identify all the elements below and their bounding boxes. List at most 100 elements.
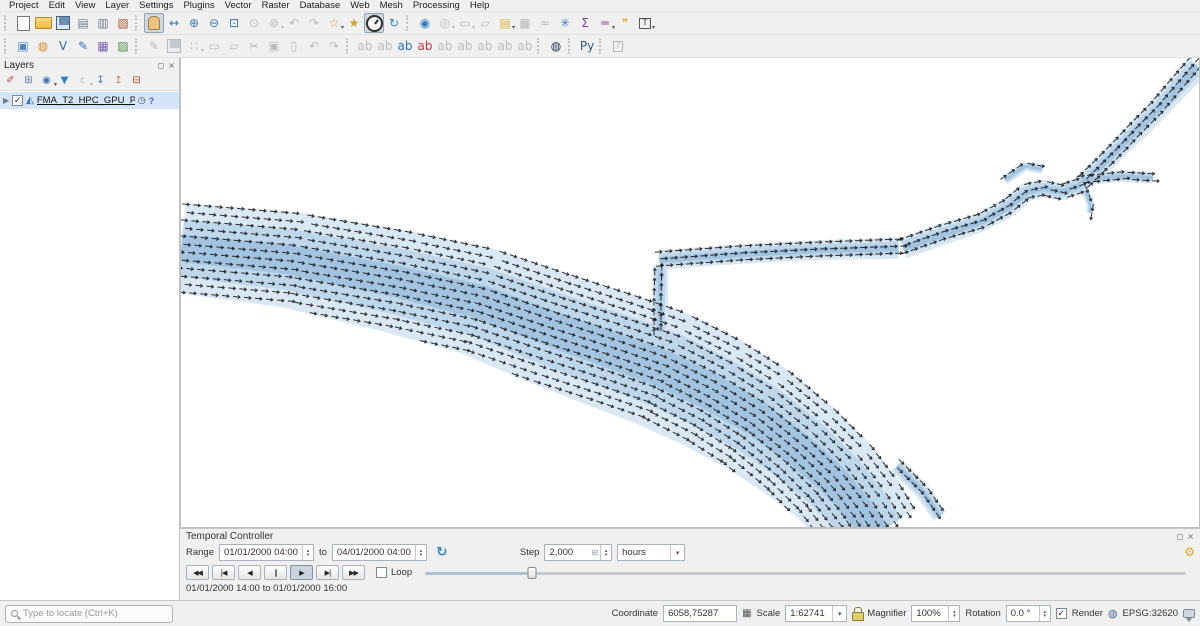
pan-map-icon[interactable]	[144, 13, 164, 33]
data-source-manager-icon[interactable]: ▣	[13, 36, 33, 56]
map-tips-icon[interactable]: ❞	[615, 13, 635, 33]
previous-frame-button[interactable]: |◀	[212, 565, 235, 580]
layer-name[interactable]: FMA_T2_HPC_GPU_PU1_10	[37, 95, 135, 106]
range-end-input[interactable]: 04/01/2000 04:00	[332, 544, 427, 561]
rotation-input[interactable]: 0.0 °	[1006, 605, 1051, 622]
new-print-layout-icon[interactable]: ▤	[73, 13, 93, 33]
menu-help[interactable]: Help	[465, 0, 495, 12]
notes-indicator-icon[interactable]: ?	[149, 96, 155, 106]
expand-all-icon[interactable]: ↧	[92, 73, 109, 88]
temporal-panel-header: Temporal Controller ◻ ×	[186, 530, 1194, 543]
next-frame-button[interactable]: ▶|	[316, 565, 339, 580]
menu-mesh[interactable]: Mesh	[375, 0, 408, 12]
add-mesh-layer-icon[interactable]: ▦	[93, 36, 113, 56]
scale-select[interactable]: 1:62741	[785, 605, 847, 622]
filter-legend-icon[interactable]: ▼	[56, 73, 73, 88]
show-spatial-bookmarks-icon[interactable]: ★	[344, 13, 364, 33]
pause-button[interactable]: ‖	[264, 565, 287, 580]
render-checkbox[interactable]	[1056, 608, 1067, 619]
new-spatial-bookmark-icon[interactable]: ☆	[324, 13, 344, 33]
time-slider-track[interactable]	[425, 572, 1186, 575]
magnifier-input[interactable]: 100%	[911, 605, 960, 622]
time-slider-handle[interactable]	[527, 567, 536, 579]
new-shapefile-layer-icon[interactable]: ✎	[73, 36, 93, 56]
range-start-input[interactable]: 01/01/2000 04:00	[219, 544, 314, 561]
open-layer-styling-icon[interactable]: ✐	[2, 73, 19, 88]
float-panel-icon[interactable]: ◻	[1177, 532, 1184, 541]
temporal-controller-icon[interactable]	[364, 13, 384, 33]
coordinate-input[interactable]: 6058,75287	[663, 605, 737, 622]
show-layout-manager-icon[interactable]: ▥	[93, 13, 113, 33]
crs-status[interactable]: EPSG:32620	[1123, 608, 1178, 619]
manage-map-themes-icon[interactable]: ◉	[38, 73, 55, 88]
collapse-all-icon[interactable]: ↥	[110, 73, 127, 88]
zoom-in-icon[interactable]: ⊕	[184, 13, 204, 33]
expander-icon[interactable]: ▶	[3, 96, 9, 105]
menu-project[interactable]: Project	[4, 0, 44, 12]
measure-line-icon[interactable]: ═	[595, 13, 615, 33]
layer-tree[interactable]: ▶ ◭ FMA_T2_HPC_GPU_PU1_10 ◷ ?	[0, 91, 179, 600]
chevron-down-icon	[832, 606, 846, 621]
save-project-icon[interactable]	[53, 13, 73, 33]
identify-features-icon[interactable]: ◉	[415, 13, 435, 33]
new-project-icon[interactable]	[13, 13, 33, 33]
locator-search-input[interactable]: Type to locate (Ctrl+K)	[5, 605, 173, 623]
remove-layer-icon[interactable]: ⊟	[128, 73, 145, 88]
skip-to-end-button[interactable]: ▶▶	[342, 565, 365, 580]
close-panel-icon[interactable]: ×	[1187, 532, 1194, 541]
layer-visibility-checkbox[interactable]	[12, 95, 23, 106]
menu-settings[interactable]: Settings	[134, 0, 178, 12]
lock-scale-icon[interactable]	[852, 607, 862, 620]
spinner[interactable]	[600, 545, 611, 560]
add-group-icon[interactable]: ⊞	[20, 73, 37, 88]
time-slider[interactable]	[425, 566, 1186, 580]
menu-plugins[interactable]: Plugins	[178, 0, 219, 12]
add-vector-layer-icon[interactable]: V	[53, 36, 73, 56]
pan-to-selection-icon[interactable]: ↔	[164, 13, 184, 33]
set-range-from-project-icon[interactable]: ↻	[432, 545, 452, 560]
menu-edit[interactable]: Edit	[44, 0, 70, 12]
zoom-out-icon[interactable]: ⊖	[204, 13, 224, 33]
style-manager-icon[interactable]: ▧	[113, 13, 133, 33]
close-panel-icon[interactable]: ×	[168, 61, 175, 70]
spinner[interactable]	[415, 545, 426, 560]
menu-database[interactable]: Database	[295, 0, 346, 12]
messages-icon[interactable]	[1183, 609, 1195, 618]
statistical-summary-icon[interactable]: Σ	[575, 13, 595, 33]
map-canvas[interactable]	[180, 58, 1200, 528]
step-unit-select[interactable]: hours	[617, 544, 685, 561]
step-input[interactable]: 2,000 ⊞	[544, 544, 612, 561]
play-forward-button[interactable]: ▶	[290, 565, 313, 580]
add-raster-layer-icon[interactable]: ▨	[113, 36, 133, 56]
menu-web[interactable]: Web	[345, 0, 374, 12]
temporal-indicator-icon[interactable]: ◷	[138, 96, 146, 106]
layer-item[interactable]: ▶ ◭ FMA_T2_HPC_GPU_PU1_10 ◷ ?	[0, 92, 179, 109]
refresh-map-icon[interactable]: ↻	[384, 13, 404, 33]
play-backward-button[interactable]: ◀	[238, 565, 261, 580]
step-override-icon[interactable]: ⊞	[589, 548, 600, 557]
float-panel-icon[interactable]: ◻	[158, 61, 165, 70]
spinner[interactable]	[1039, 606, 1050, 621]
menu-view[interactable]: View	[70, 0, 100, 12]
temporal-settings-icon[interactable]: ⚙	[1184, 545, 1195, 559]
open-project-icon[interactable]	[33, 13, 53, 33]
crs-globe-icon[interactable]: ◍	[1108, 607, 1118, 620]
field-calculator-icon[interactable]: ✳	[555, 13, 575, 33]
menu-processing[interactable]: Processing	[408, 0, 465, 12]
zoom-full-icon[interactable]: ⊡	[224, 13, 244, 33]
menu-vector[interactable]: Vector	[220, 0, 257, 12]
loop-checkbox[interactable]	[376, 567, 387, 578]
spinner[interactable]	[948, 606, 959, 621]
extents-icon[interactable]: ▦	[742, 608, 751, 619]
spinner[interactable]	[302, 545, 313, 560]
show-pinned-labels-icon[interactable]: ab	[395, 36, 415, 56]
add-wms-layer-icon[interactable]: ◍	[33, 36, 53, 56]
menu-raster[interactable]: Raster	[257, 0, 295, 12]
skip-to-start-button[interactable]: ◀◀	[186, 565, 209, 580]
metasearch-icon[interactable]: ◍	[546, 36, 566, 56]
python-console-icon[interactable]: Py	[577, 36, 597, 56]
select-by-form-icon[interactable]: ▤	[495, 13, 515, 33]
show-unplaced-labels-icon[interactable]: ab	[415, 36, 435, 56]
menu-layer[interactable]: Layer	[100, 0, 134, 12]
text-annotation-icon[interactable]: T	[635, 13, 655, 33]
